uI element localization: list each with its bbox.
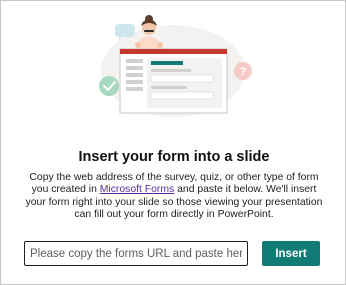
forms-url-input[interactable]: [24, 241, 248, 266]
microsoft-forms-link[interactable]: Microsoft Forms: [100, 184, 174, 195]
dialog-panel: ? Insert your form into a slide Copy the…: [0, 0, 346, 285]
svg-text:?: ?: [240, 66, 247, 78]
slide-header-bar: [120, 49, 227, 54]
question-mark-icon: ?: [234, 62, 252, 80]
form-preview: [147, 58, 222, 108]
insert-button[interactable]: Insert: [262, 241, 320, 266]
checkmark-icon: [99, 76, 119, 96]
slide-window: [119, 48, 228, 114]
dialog-description: Copy the web address of the survey, quiz…: [21, 172, 327, 222]
dialog-title: Insert your form into a slide: [78, 149, 270, 165]
form-presentation-illustration: ?: [99, 15, 252, 117]
